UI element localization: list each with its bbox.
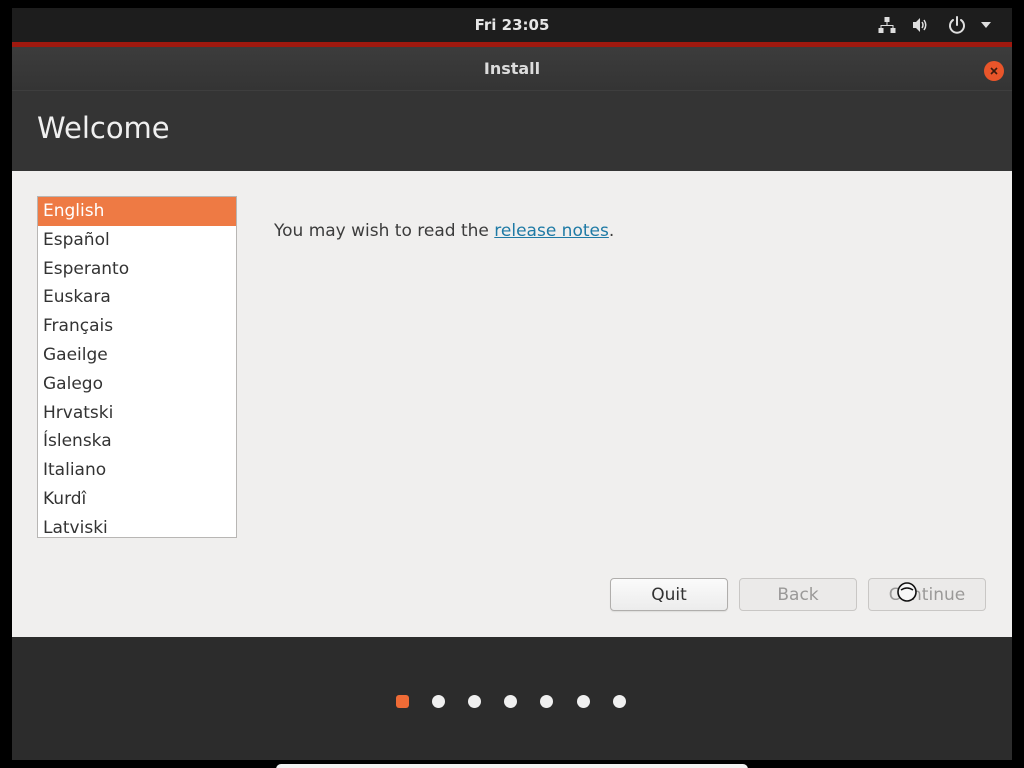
release-notes-text: You may wish to read the release notes. (274, 221, 614, 241)
page-header: Welcome (12, 90, 1012, 171)
desktop-screen: Fri 23:05 Install Welcome English Españo… (12, 8, 1012, 760)
list-item[interactable]: Galego (38, 370, 236, 399)
volume-icon[interactable] (911, 15, 931, 35)
page-title: Welcome (37, 111, 170, 145)
content-area: English Español Esperanto Euskara França… (12, 171, 1012, 637)
top-panel: Fri 23:05 (12, 8, 1012, 42)
network-icon[interactable] (877, 15, 897, 35)
step-dot (613, 695, 626, 708)
step-dot (432, 695, 445, 708)
step-dot (577, 695, 590, 708)
release-notes-suffix: . (608, 221, 615, 241)
quit-button[interactable]: Quit (610, 578, 728, 611)
bottom-panel-edge (276, 764, 748, 768)
release-notes-prefix: You may wish to read the (274, 221, 495, 241)
window-title: Install (483, 59, 541, 78)
language-list[interactable]: English Español Esperanto Euskara França… (37, 196, 237, 538)
list-item[interactable]: Français (38, 312, 236, 341)
list-item[interactable]: Íslenska (38, 427, 236, 456)
close-button[interactable] (984, 61, 1004, 81)
list-item[interactable]: Euskara (38, 283, 236, 312)
busy-cursor-icon (897, 582, 917, 602)
step-dot (504, 695, 517, 708)
list-item[interactable]: Gaeilge (38, 341, 236, 370)
list-item[interactable]: Español (38, 226, 236, 255)
power-icon[interactable] (947, 15, 967, 35)
clock[interactable]: Fri 23:05 (12, 8, 1012, 42)
step-dot-active (396, 695, 409, 708)
release-notes-link[interactable]: release notes (494, 221, 609, 241)
list-item[interactable]: Esperanto (38, 255, 236, 284)
continue-button[interactable]: Continue (868, 578, 986, 611)
list-item[interactable]: Italiano (38, 456, 236, 485)
chevron-down-icon[interactable] (976, 15, 996, 35)
step-progress-bar (12, 637, 1012, 760)
installer-window: Install Welcome English Español Esperant… (12, 42, 1012, 760)
list-item[interactable]: English (38, 197, 236, 226)
list-item[interactable]: Kurdî (38, 485, 236, 514)
window-titlebar[interactable]: Install (12, 47, 1012, 90)
back-button[interactable]: Back (739, 578, 857, 611)
list-item[interactable]: Hrvatski (38, 399, 236, 428)
close-icon (990, 67, 998, 75)
list-item[interactable]: Latviski (38, 514, 236, 537)
step-dot (468, 695, 481, 708)
step-dot (540, 695, 553, 708)
